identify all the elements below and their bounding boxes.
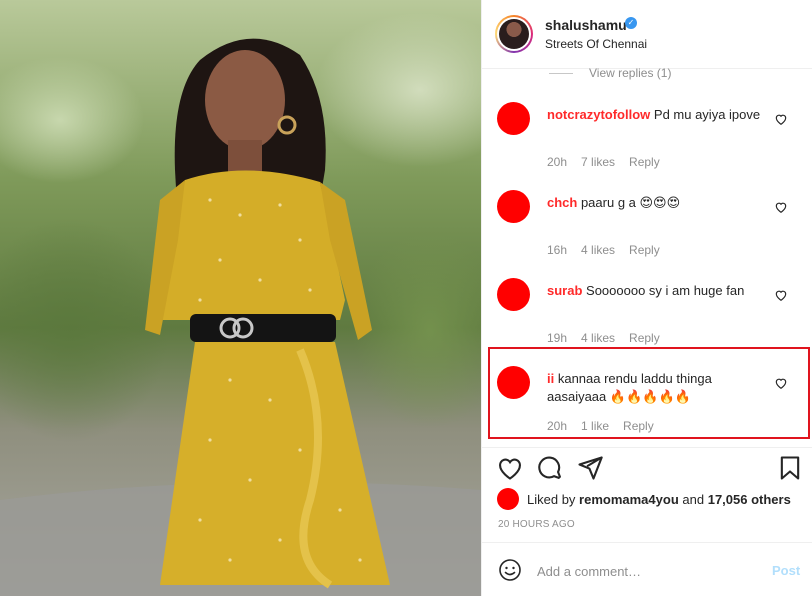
comment-meta: 20h 7 likes Reply — [547, 155, 674, 169]
comment-text: surab Sooooooo sy i am huge fan — [547, 282, 767, 300]
comment-meta: 20h 1 like Reply — [547, 419, 668, 433]
commenter-username[interactable]: notcrazytofollow — [547, 107, 650, 122]
commenter-avatar[interactable] — [497, 102, 530, 135]
view-replies-link[interactable]: View replies (1) — [549, 66, 671, 80]
commenter-username[interactable]: surab — [547, 283, 582, 298]
comment-body: Pd mu ayiya ipove — [650, 107, 761, 122]
author-username[interactable]: shalushamu — [545, 17, 627, 33]
post-comment-button[interactable]: Post — [772, 563, 800, 578]
emoji-icon[interactable] — [498, 558, 522, 582]
add-comment-input[interactable] — [537, 561, 757, 581]
like-comment-heart-icon[interactable] — [774, 112, 788, 126]
post-detail-panel: shalushamu ✓ Streets Of Chennai View rep… — [481, 0, 812, 596]
comment-body: paaru g a 😍😍😍 — [577, 195, 681, 210]
comment-icon[interactable] — [536, 454, 564, 482]
author-avatar[interactable] — [495, 15, 533, 53]
bookmark-icon[interactable] — [776, 454, 804, 482]
heart-icon[interactable] — [496, 454, 524, 482]
liked-by-and: and — [682, 491, 705, 507]
like-comment-heart-icon[interactable] — [774, 288, 788, 302]
like-comment-heart-icon[interactable] — [774, 200, 788, 214]
commenter-avatar[interactable] — [497, 366, 530, 399]
comment-likes[interactable]: 4 likes — [581, 331, 615, 345]
post-action-bar — [482, 447, 812, 487]
comment-text: chch paaru g a 😍😍😍 — [547, 194, 767, 212]
comment-text: ii kannaa rendu laddu thinga aasaiyaaa 🔥… — [547, 370, 767, 406]
commenter-username[interactable]: chch — [547, 195, 577, 210]
post-timestamp[interactable]: 20 HOURS AGO — [498, 519, 575, 530]
liker-avatar[interactable] — [497, 488, 519, 510]
comment-meta: 16h 4 likes Reply — [547, 243, 674, 257]
commenter-avatar[interactable] — [497, 190, 530, 223]
liked-by-prefix: Liked by — [527, 491, 576, 507]
post-photo[interactable] — [0, 0, 481, 596]
comment-time: 19h — [547, 331, 568, 345]
post-photo-illustration — [0, 38, 481, 596]
comment-body: kannaa rendu laddu thinga aasaiyaaa 🔥🔥🔥🔥… — [547, 371, 712, 404]
comment-likes[interactable]: 4 likes — [581, 243, 615, 257]
comment-likes[interactable]: 7 likes — [581, 155, 615, 169]
comment-time: 20h — [547, 419, 568, 433]
comment-body: Sooooooo sy i am huge fan — [582, 283, 745, 298]
comment-reply-button[interactable]: Reply — [629, 155, 660, 169]
add-comment-bar: Post — [482, 542, 812, 596]
comment-time: 20h — [547, 155, 568, 169]
comment-time: 16h — [547, 243, 568, 257]
comment-reply-button[interactable]: Reply — [629, 243, 660, 257]
comment-reply-button[interactable]: Reply — [629, 331, 660, 345]
comment-reply-button[interactable]: Reply — [623, 419, 654, 433]
verified-badge-icon: ✓ — [625, 17, 637, 29]
liked-by-user[interactable]: remomama4you — [579, 492, 679, 507]
replies-divider — [549, 72, 573, 74]
comment-likes[interactable]: 1 like — [581, 419, 609, 433]
like-comment-heart-icon[interactable] — [774, 376, 788, 390]
comment-text: notcrazytofollow Pd mu ayiya ipove — [547, 106, 767, 124]
commenter-avatar[interactable] — [497, 278, 530, 311]
liked-by-row: Liked by remomama4you and 17,056 others — [497, 488, 791, 510]
post-header: shalushamu ✓ Streets Of Chennai — [482, 0, 812, 69]
share-icon[interactable] — [576, 454, 604, 482]
view-replies-label: View replies (1) — [589, 66, 672, 80]
comment-meta: 19h 4 likes Reply — [547, 331, 674, 345]
liked-by-others[interactable]: 17,056 others — [708, 492, 791, 507]
post-location[interactable]: Streets Of Chennai — [545, 37, 647, 51]
